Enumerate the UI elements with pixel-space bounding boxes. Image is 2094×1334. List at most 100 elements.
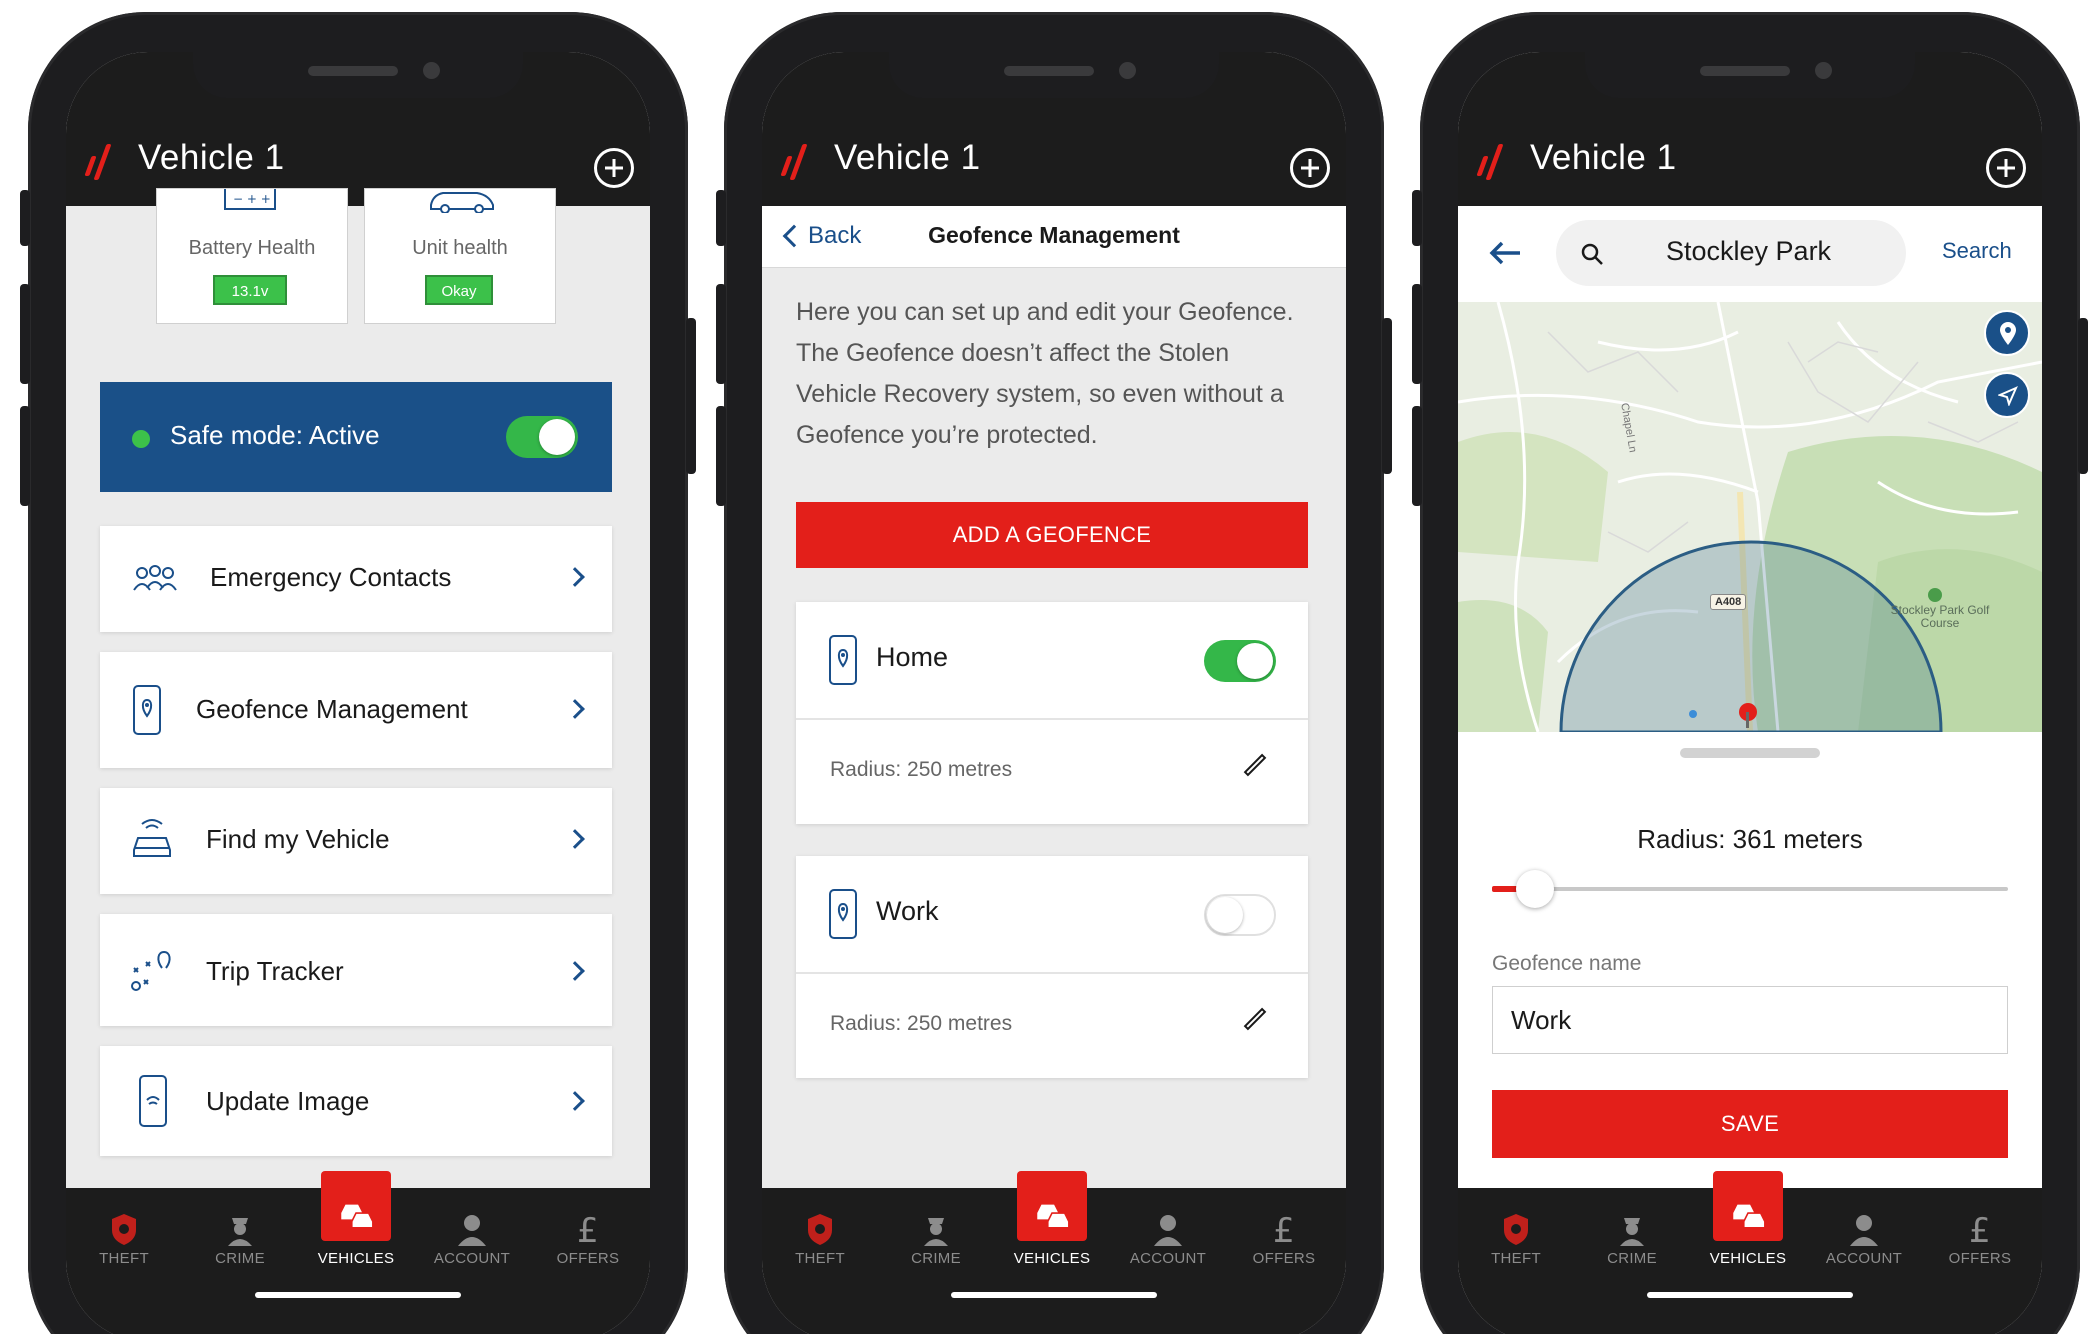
page-title: Geofence Management xyxy=(928,222,1180,248)
edit-pencil-icon[interactable] xyxy=(1243,1007,1267,1031)
pound-icon: £ xyxy=(577,1211,599,1248)
pound-icon: £ xyxy=(1969,1211,1991,1248)
chevron-right-icon xyxy=(565,1091,585,1111)
nav-theft[interactable]: THEFT xyxy=(762,1188,878,1288)
menu-item-trip-tracker[interactable]: Trip Tracker xyxy=(100,914,612,1026)
nav-label: THEFT xyxy=(99,1250,149,1267)
nav-crime[interactable]: CRIME xyxy=(1574,1188,1690,1288)
svg-text:£: £ xyxy=(577,1211,599,1248)
geofence-phone-icon xyxy=(829,889,857,939)
nav-crime[interactable]: CRIME xyxy=(878,1188,994,1288)
tile-label: Battery Health xyxy=(188,237,316,259)
brand-logo xyxy=(82,140,122,184)
geofence-radius: Radius: 250 metres xyxy=(830,758,1013,781)
nav-label: THEFT xyxy=(1491,1250,1541,1267)
search-button[interactable]: Search xyxy=(1942,238,2012,264)
location-pin-icon xyxy=(2000,322,2016,345)
geofence-toggle[interactable] xyxy=(1204,640,1276,682)
navigation-arrow-icon xyxy=(1998,386,2018,406)
screen-geofence-management: Vehicle 1 Back Geofence Management Here … xyxy=(762,52,1346,1334)
search-value: Stockley Park xyxy=(1666,236,1832,266)
nav-theft[interactable]: THEFT xyxy=(66,1188,182,1288)
nav-offers[interactable]: £ OFFERS xyxy=(1922,1188,2038,1288)
cars-icon xyxy=(1037,1204,1070,1229)
pound-icon: £ xyxy=(1273,1211,1295,1248)
bottom-nav: THEFT CRIME VEHICLES ACCOUNT £ OFFERS xyxy=(762,1171,1346,1334)
contacts-icon xyxy=(133,565,177,591)
car-outline-icon xyxy=(430,192,494,213)
sub-header: Back Geofence Management xyxy=(762,206,1346,268)
officer-icon xyxy=(1620,1218,1644,1246)
chevron-right-icon xyxy=(565,961,585,981)
divider xyxy=(796,718,1308,720)
map-view[interactable]: A408 Chapel Ln Stockley Park Golf Course xyxy=(1458,302,2042,732)
safe-mode-banner: Safe mode: Active xyxy=(100,382,612,492)
phone-frame-2: Vehicle 1 Back Geofence Management Here … xyxy=(716,12,1392,1334)
geofence-name: Work xyxy=(876,896,939,926)
map-pin-button[interactable] xyxy=(1984,310,2030,356)
chevron-right-icon xyxy=(565,699,585,719)
sheet-handle[interactable] xyxy=(1680,748,1820,758)
geofence-toggle[interactable] xyxy=(1204,894,1276,936)
nav-label: ACCOUNT xyxy=(433,1250,511,1267)
car-signal-icon xyxy=(133,819,171,857)
divider xyxy=(796,972,1308,974)
phone-frame-3: Vehicle 1 Stockley Park Search A408 Chap… xyxy=(1412,12,2088,1334)
poi-marker-icon xyxy=(1928,588,1942,602)
status-badge: Okay xyxy=(425,275,493,305)
edit-pencil-icon[interactable] xyxy=(1243,753,1267,777)
svg-text:£: £ xyxy=(1969,1211,1991,1248)
svg-text:£: £ xyxy=(1273,1211,1295,1248)
add-plus-icon[interactable] xyxy=(1290,148,1330,188)
menu-item-label: Emergency Contacts xyxy=(210,562,452,592)
slider-track xyxy=(1492,887,2008,891)
nav-account[interactable]: ACCOUNT xyxy=(1110,1188,1226,1288)
nav-offers[interactable]: £ OFFERS xyxy=(530,1188,646,1288)
nav-account[interactable]: ACCOUNT xyxy=(414,1188,530,1288)
menu-item-geofence-management[interactable]: Geofence Management xyxy=(100,652,612,768)
nav-crime[interactable]: CRIME xyxy=(182,1188,298,1288)
nav-vehicles[interactable]: VEHICLES xyxy=(994,1171,1110,1288)
search-input[interactable]: Stockley Park xyxy=(1556,220,1906,286)
geofence-card-work: Work Radius: 250 metres xyxy=(796,856,1308,1078)
nav-label: VEHICLES xyxy=(1013,1250,1091,1267)
nav-offers[interactable]: £ OFFERS xyxy=(1226,1188,1342,1288)
add-geofence-button[interactable]: ADD A GEOFENCE xyxy=(796,502,1308,568)
menu-item-label: Geofence Management xyxy=(196,694,468,724)
nav-theft[interactable]: THEFT xyxy=(1458,1188,1574,1288)
geofence-name: Home xyxy=(876,642,949,672)
screen-geofence-editor: Vehicle 1 Stockley Park Search A408 Chap… xyxy=(1458,52,2042,1334)
menu-item-find-my-vehicle[interactable]: Find my Vehicle xyxy=(100,788,612,894)
nav-vehicles[interactable]: VEHICLES xyxy=(298,1171,414,1288)
slider-thumb[interactable] xyxy=(1515,870,1554,908)
menu-item-update-image[interactable]: Update Image xyxy=(100,1046,612,1156)
officer-icon xyxy=(924,1218,948,1246)
geofence-phone-icon xyxy=(829,635,857,685)
geofence-phone-icon xyxy=(133,685,161,735)
road-label: A408 xyxy=(1710,594,1747,610)
shield-icon xyxy=(112,1214,136,1245)
app-title: Vehicle 1 xyxy=(1530,138,1677,177)
screen-vehicle-overview: Vehicle 1 − + + Battery Health 13.1v Uni… xyxy=(66,52,650,1334)
battery-health-tile: − + + Battery Health 13.1v xyxy=(156,188,348,324)
arrow-left-icon[interactable] xyxy=(1488,240,1522,266)
geofence-name-input[interactable] xyxy=(1492,986,2008,1054)
brand-logo xyxy=(1474,140,1514,184)
status-dot xyxy=(132,430,150,448)
nav-vehicles[interactable]: VEHICLES xyxy=(1690,1171,1806,1288)
add-plus-icon[interactable] xyxy=(1986,148,2026,188)
save-button[interactable]: SAVE xyxy=(1492,1090,2008,1158)
route-icon xyxy=(131,950,171,991)
safe-mode-toggle[interactable] xyxy=(506,416,578,458)
person-icon xyxy=(1850,1215,1878,1246)
brand-logo xyxy=(778,140,818,184)
add-plus-icon[interactable] xyxy=(594,148,634,188)
menu-item-emergency-contacts[interactable]: Emergency Contacts xyxy=(100,526,612,632)
nav-account[interactable]: ACCOUNT xyxy=(1806,1188,1922,1288)
map-locate-button[interactable] xyxy=(1984,372,2030,418)
chevron-right-icon xyxy=(565,567,585,587)
menu-item-label: Find my Vehicle xyxy=(206,824,390,854)
svg-text:− + +: − + + xyxy=(233,192,271,206)
search-icon xyxy=(1581,243,1603,265)
radius-slider[interactable] xyxy=(1492,868,2008,908)
